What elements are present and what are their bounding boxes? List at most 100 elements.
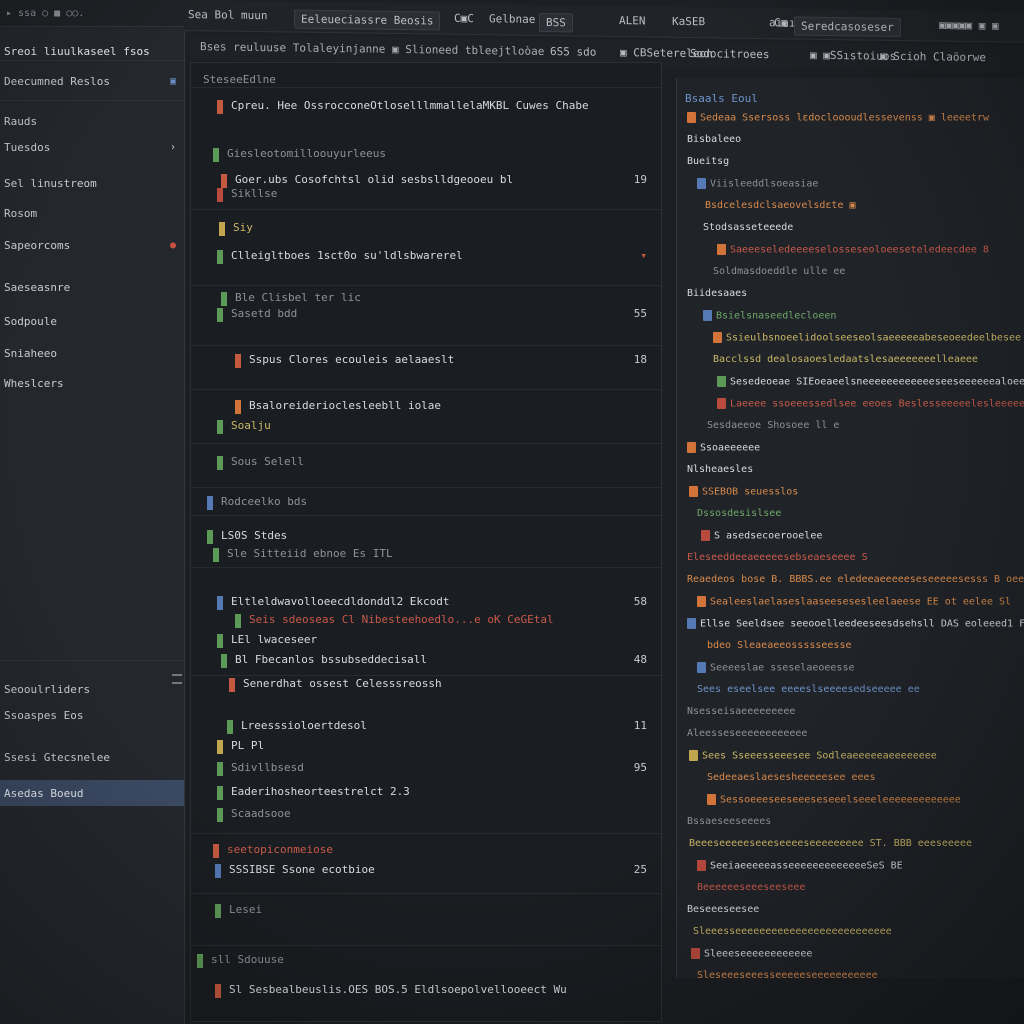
list-item-text: seetopiconmeiose — [227, 843, 333, 856]
row-divider — [191, 675, 661, 676]
toolbar-item[interactable]: C▣ — [774, 16, 787, 29]
list-item[interactable]: Sl Sesbealbeuslis.OES BOS.5 Eldlsoepolve… — [191, 983, 661, 999]
detail-line-text: Bsdcelesdclsaeovelsdɛte ▣ — [705, 200, 856, 211]
list-item[interactable]: PL Pl — [191, 739, 661, 755]
sidebar-item-label: Rauds — [4, 114, 38, 128]
toolbar2-item[interactable]: 6S5 sdo — [550, 45, 596, 59]
detail-line: Ssoaeeeeee — [687, 442, 760, 454]
toolbar-item[interactable]: C▣C — [454, 12, 474, 25]
file-icon — [687, 618, 696, 629]
list-item[interactable]: LEl lwaceseer — [191, 633, 661, 649]
sidebar-item[interactable]: Wheslcers — [0, 370, 184, 396]
toolbar2-item[interactable]: Bses reuluuse Tolaleyinjanne ▣ Slioneed … — [200, 40, 544, 58]
detail-line-text: Beeeseeeeeseeeseeeeseeeeeeeee ST. BBB ee… — [689, 838, 972, 849]
status-marker-icon — [217, 786, 223, 800]
list-item[interactable]: Giesleotomilloouyurleeus — [191, 147, 661, 163]
list-item[interactable]: Ble Clisbel ter lic — [191, 291, 661, 307]
status-marker-icon — [221, 654, 227, 668]
list-item-count: 55 — [633, 307, 647, 320]
detail-line: Sedeeaeslaesesheeeeesee eees — [707, 772, 876, 783]
toolbar2-item[interactable]: Sodocitroees — [690, 47, 769, 61]
list-item[interactable]: sll Sdouuse — [191, 953, 661, 969]
panel-header: SteseeEdlne — [203, 73, 276, 86]
list-item[interactable]: Seis sdeoseas Cl Nibesteehoedlo...e oK C… — [191, 613, 661, 629]
list-item[interactable]: Cpreu. Hee OssrocconeOtloselllmmallelaMK… — [191, 99, 661, 115]
resize-handle[interactable] — [172, 674, 182, 684]
list-item[interactable]: Sdivllbsesd 95 — [191, 761, 661, 777]
sidebar-item[interactable]: Saeseasnre — [0, 274, 184, 300]
detail-line-text: Beeeeeeseeeseeseee — [697, 882, 806, 893]
list-item[interactable]: SSSIBSE Ssone ecotbioe 25 — [191, 863, 661, 879]
list-item[interactable]: Scaadsooe — [191, 807, 661, 823]
status-marker-icon — [215, 904, 221, 918]
list-item-text: SSSIBSE Ssone ecotbioe — [229, 863, 375, 876]
list-item[interactable]: Eltleldwavolloeecdldonddl2 Ekcodt 58 — [191, 595, 661, 611]
detail-line-text: Soldmasdoeddle ulle ee — [713, 266, 846, 277]
list-item-text: Ble Clisbel ter lic — [235, 291, 361, 304]
list-item[interactable]: Lreesssioloertdesol 11 — [191, 719, 661, 735]
detail-line: Ellse Seeldsee seeooelleedeeseesdsehsll … — [687, 618, 1024, 630]
list-item[interactable]: Sikllse — [191, 187, 661, 203]
detail-line-text: Sees Sseeesseeesee Sodleaeeeeeaeeeeeeee — [702, 750, 937, 762]
list-item[interactable]: LS0S Stdes — [191, 529, 661, 545]
sidebar-item[interactable]: Ssoaspes Eos — [0, 702, 184, 728]
detail-line: Sleeeseeeeeeeeeeee — [691, 948, 812, 960]
detail-line: Reaedeos bose B. BBBS.ee eledeeaeeeeeses… — [687, 574, 1024, 585]
sidebar-item[interactable]: Ssesi Gtecsnelee — [0, 744, 184, 770]
list-item[interactable]: Eaderihosheorteestrelct 2.3 — [191, 785, 661, 801]
status-dot-icon: ● — [169, 239, 176, 251]
row-divider — [191, 567, 661, 568]
detail-line: Sesdaeeoe Shosoee ll e — [707, 420, 839, 431]
list-item[interactable]: Soalju — [191, 419, 661, 435]
sidebar-item[interactable]: Rauds — [0, 108, 184, 134]
toolbar-item[interactable]: Seredcasoseser — [794, 16, 901, 38]
list-item[interactable]: Senerdhat ossest Celesssreossh — [191, 677, 661, 693]
list-item-text: Scaadsooe — [231, 807, 291, 820]
list-item-text: Eaderihosheorteestrelct 2.3 — [231, 785, 410, 798]
file-icon — [717, 376, 726, 387]
list-item-text: Seis sdeoseas Cl Nibesteehoedlo...e oK C… — [249, 613, 554, 626]
list-item[interactable]: seetopiconmeiose — [191, 843, 661, 859]
sidebar-item[interactable]: Deecumned Reslos ▣ — [0, 68, 184, 94]
detail-line-text: Bacclssd dealosaoesledaatslesaeeeeeeelle… — [713, 354, 978, 365]
sidebar-item[interactable]: Sapeorcoms ● — [0, 232, 184, 258]
list-item[interactable]: Bl Fbecanlos bssubseddecisall 48 — [191, 653, 661, 669]
list-item[interactable]: Sspus Clores ecouleis aelaaeslt 18 — [191, 353, 661, 369]
sidebar-item[interactable]: Seooulrliders — [0, 676, 184, 702]
sidebar-item[interactable]: Sel linustreom — [0, 170, 184, 196]
list-item-text: Rodceelko bds — [221, 495, 308, 508]
sidebar-item[interactable]: Asedas Boeud — [0, 780, 184, 806]
detail-line: Sedeaa Ssersoss lɛdocloooudlessevenss ▣ … — [687, 112, 989, 124]
list-item[interactable]: Siy — [191, 221, 661, 237]
sidebar-item[interactable]: Sodpoule — [0, 308, 184, 334]
toolbar-item[interactable]: ALEN — [619, 14, 646, 27]
row-divider — [191, 945, 661, 946]
sidebar-item[interactable]: Tuesdos › — [0, 134, 184, 160]
sidebar-item[interactable]: Rosom — [0, 200, 184, 226]
toolbar-item[interactable]: Sea Bol muun — [188, 8, 267, 22]
toolbar-item[interactable]: Eeleueciassre Beosis — [294, 9, 441, 31]
file-icon — [697, 662, 706, 673]
status-marker-icon — [217, 596, 223, 610]
toolbar-item[interactable]: BSS — [539, 12, 573, 33]
detail-line-text: Eleseeddeeaeeeeesebseaeseeee S — [687, 552, 868, 563]
detail-line: Bacclssd dealosaoesledaatslesaeeeeeeelle… — [713, 354, 978, 365]
list-item[interactable]: Rodceelko bds — [191, 495, 661, 511]
status-marker-icon — [217, 308, 223, 322]
list-item[interactable]: Bsaloreiderioclesleebll iolae — [191, 399, 661, 415]
toolbar-item[interactable]: KaSEB — [672, 15, 705, 28]
sidebar-item[interactable]: Sniaheeo — [0, 340, 184, 366]
detail-line-text: SSEBOB seuesslos — [702, 486, 799, 498]
sidebar-item-label: Ssoaspes Eos — [4, 708, 84, 722]
list-item[interactable]: Clleigltboes 1sct0o su'ldlsbwarerel ▾ — [191, 249, 661, 265]
row-divider — [191, 833, 661, 834]
results-list-panel: SteseeEdlne Cpreu. Hee OssrocconeOtlosell… — [190, 62, 662, 1022]
toolbar-item[interactable]: ▣▣▣▣▣ ▣ ▣ — [939, 19, 999, 33]
detail-line: Sealeeslaelaseslaaseesesesleelaeese EE o… — [697, 596, 1011, 608]
toolbar2-item[interactable]: ▣ Scioh Claöorwe — [880, 50, 986, 64]
list-item[interactable]: Sous Selell — [191, 455, 661, 471]
detail-line-text: Viisleeddlsoeasiae — [710, 178, 819, 190]
list-item[interactable]: Sle Sitteiid ebnoe Es ITL — [191, 547, 661, 563]
list-item[interactable]: Sasetd bdd 55 — [191, 307, 661, 323]
list-item[interactable]: Lesei — [191, 903, 661, 919]
